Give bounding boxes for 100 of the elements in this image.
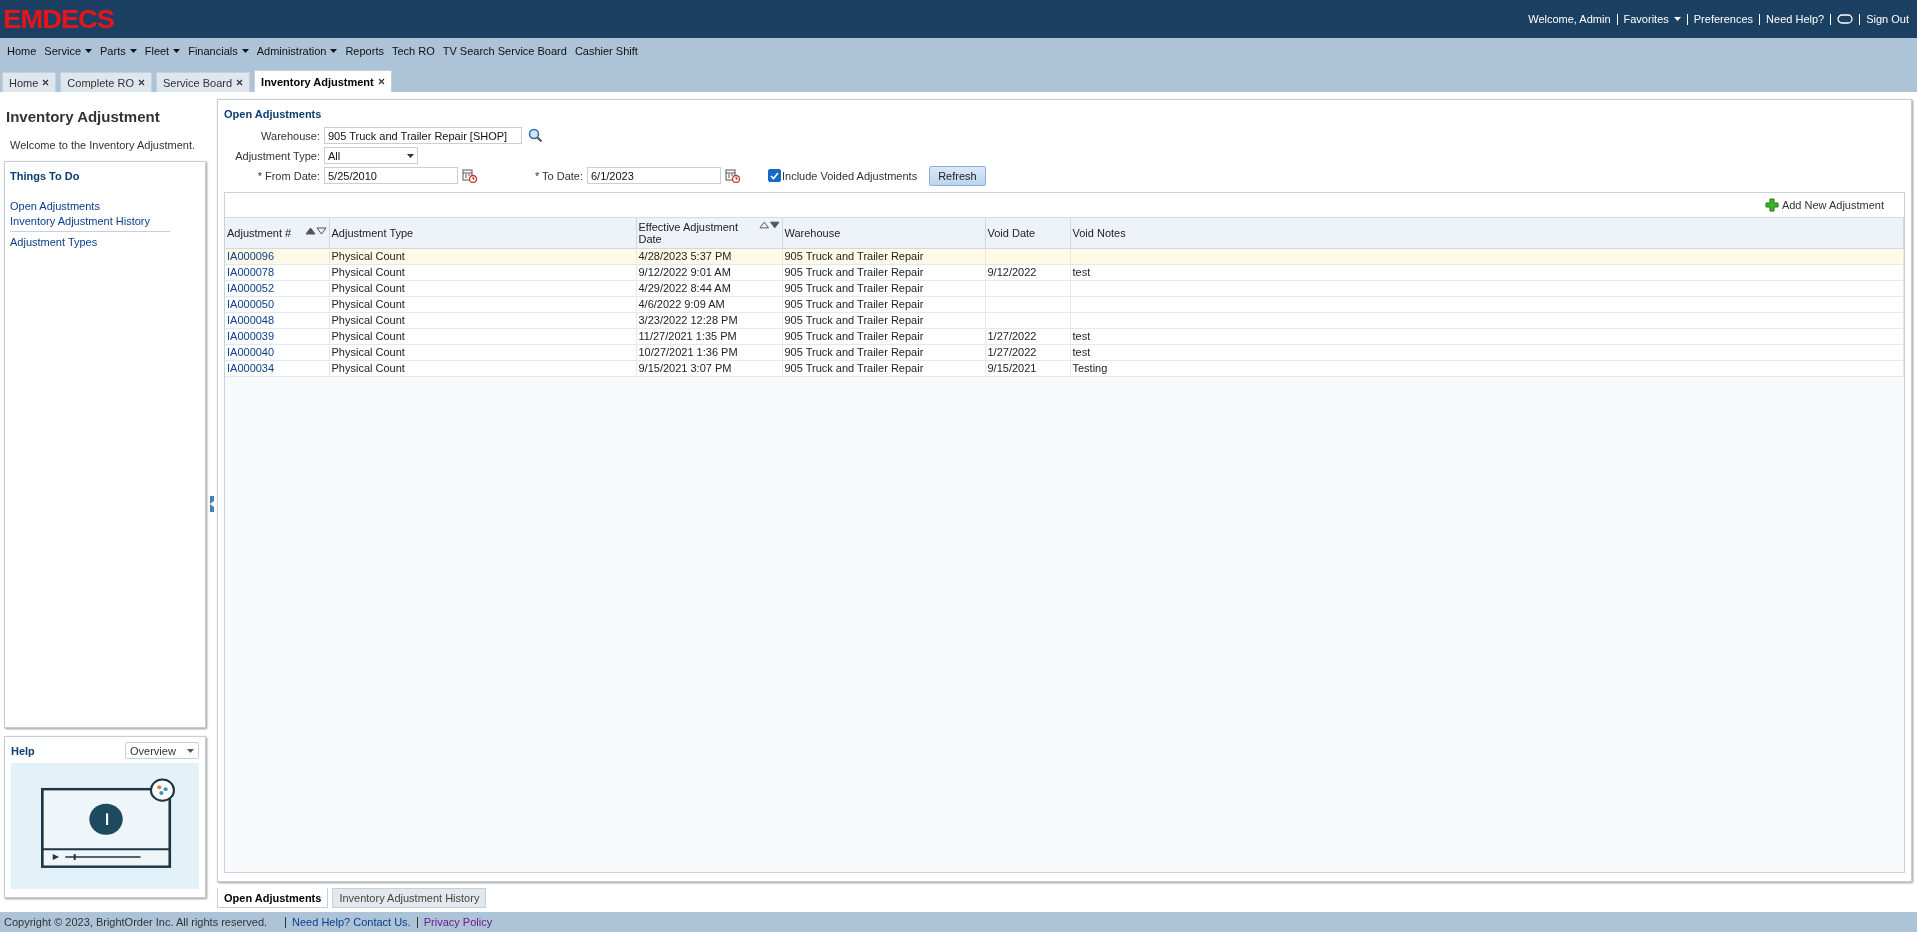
favorites-menu[interactable]: Favorites bbox=[1623, 13, 1681, 25]
include-voided-checkbox[interactable] bbox=[768, 169, 781, 182]
welcome-text: Welcome, Admin bbox=[1528, 13, 1611, 25]
adjustment-link[interactable]: IA000048 bbox=[227, 314, 275, 326]
footer-link[interactable]: Privacy Policy bbox=[423, 916, 493, 928]
sidebar-link[interactable]: Adjustment Types bbox=[10, 235, 98, 250]
calendar-icon[interactable] bbox=[462, 168, 477, 183]
table-cell: 9/12/2022 bbox=[985, 264, 1070, 280]
panel-title: Help bbox=[11, 744, 35, 757]
table-cell: 10/27/2021 1:36 PM bbox=[636, 344, 782, 360]
table-cell: Testing bbox=[1070, 360, 1904, 376]
field-label: Warehouse: bbox=[260, 129, 321, 142]
calendar-icon[interactable] bbox=[725, 168, 740, 183]
chat-icon[interactable] bbox=[1837, 13, 1854, 25]
field-label: * To Date: bbox=[533, 169, 584, 182]
table-cell: test bbox=[1070, 264, 1904, 280]
adjustment-link[interactable]: IA000050 bbox=[227, 298, 275, 310]
menu-item[interactable]: Service bbox=[44, 45, 93, 57]
footer-link[interactable]: Need Help? Contact Us. bbox=[292, 916, 411, 928]
collapse-handle[interactable] bbox=[210, 496, 214, 512]
column-header[interactable]: Adjustment Type bbox=[329, 218, 636, 248]
table-cell: Physical Count bbox=[329, 344, 636, 360]
help-select[interactable]: Overview bbox=[125, 742, 199, 759]
adjustment-link[interactable]: IA000040 bbox=[227, 346, 275, 358]
menu-item[interactable]: Fleet bbox=[144, 45, 181, 57]
tab[interactable]: Inventory Adjustment bbox=[254, 70, 392, 92]
caret-icon bbox=[407, 153, 414, 158]
table-cell: 905 Truck and Trailer Repair bbox=[782, 328, 985, 344]
sort-icon[interactable] bbox=[304, 226, 327, 235]
close-icon[interactable] bbox=[138, 79, 145, 86]
table-cell: 9/15/2021 3:07 PM bbox=[636, 360, 782, 376]
caret-icon bbox=[1673, 17, 1681, 21]
menu-item[interactable]: Parts bbox=[100, 45, 137, 57]
column-header[interactable]: Void Notes bbox=[1070, 218, 1904, 248]
adjustment-link[interactable]: IA000034 bbox=[227, 362, 275, 374]
table-cell: Physical Count bbox=[329, 328, 636, 344]
table-cell: Physical Count bbox=[329, 248, 636, 264]
close-icon[interactable] bbox=[377, 78, 385, 85]
table-cell: 905 Truck and Trailer Repair bbox=[782, 296, 985, 312]
table-cell: 905 Truck and Trailer Repair bbox=[782, 360, 985, 376]
panel-title: Things To Do bbox=[10, 170, 81, 182]
table-cell: 905 Truck and Trailer Repair bbox=[782, 280, 985, 296]
table-cell: 4/6/2022 9:09 AM bbox=[636, 296, 782, 312]
table-cell: Physical Count bbox=[329, 296, 636, 312]
table-cell: 1/27/2022 bbox=[985, 344, 1070, 360]
tab[interactable]: Home bbox=[2, 72, 57, 92]
warehouse-field[interactable]: 905 Truck and Trailer Repair [SHOP] bbox=[324, 127, 522, 144]
close-icon[interactable] bbox=[42, 79, 50, 86]
table-cell: 3/23/2022 12:28 PM bbox=[636, 312, 782, 328]
column-header[interactable]: Adjustment # bbox=[225, 218, 329, 248]
sidebar-link[interactable]: Open Adjustments bbox=[10, 199, 100, 214]
logo: EMDECS bbox=[3, 6, 114, 32]
sidebar-link[interactable]: Inventory Adjustment History bbox=[10, 214, 150, 229]
menu-item[interactable]: Reports bbox=[345, 45, 384, 57]
to-date-field[interactable]: 6/1/2023 bbox=[587, 167, 721, 184]
page-title: Inventory Adjustment bbox=[5, 107, 161, 127]
tab[interactable]: Inventory Adjustment History bbox=[332, 888, 487, 908]
caret-icon bbox=[187, 748, 194, 753]
sort-icon[interactable] bbox=[758, 220, 780, 229]
refresh-button[interactable]: Refresh bbox=[929, 165, 986, 186]
add-adjustment-button[interactable]: Add New Adjustment bbox=[1764, 198, 1884, 212]
welcome-message: Welcome to the Inventory Adjustment. bbox=[9, 138, 197, 153]
table-cell: 905 Truck and Trailer Repair bbox=[782, 312, 985, 328]
menu-item[interactable]: Cashier Shift bbox=[574, 45, 638, 57]
header-link[interactable]: Need Help? bbox=[1766, 13, 1825, 25]
table-cell: 4/28/2023 5:37 PM bbox=[636, 248, 782, 264]
adjustment-type-select[interactable]: All bbox=[324, 147, 418, 164]
section-title: Open Adjustments bbox=[224, 108, 323, 120]
adjustment-link[interactable]: IA000039 bbox=[227, 330, 275, 342]
from-date-field[interactable]: 5/25/2010 bbox=[324, 167, 458, 184]
menu-item[interactable]: Tech RO bbox=[391, 45, 435, 57]
search-icon[interactable] bbox=[528, 128, 543, 143]
table-cell: 4/29/2022 8:44 AM bbox=[636, 280, 782, 296]
table-cell: Physical Count bbox=[329, 264, 636, 280]
header-link[interactable]: Preferences bbox=[1693, 13, 1754, 25]
adjustment-link[interactable]: IA000078 bbox=[227, 266, 275, 278]
close-icon[interactable] bbox=[236, 79, 244, 86]
copyright-text: Copyright © 2023, BrightOrder Inc. All rights reserved. bbox=[4, 916, 268, 928]
table-cell: 1/27/2022 bbox=[985, 328, 1070, 344]
header-link[interactable]: Sign Out bbox=[1866, 13, 1909, 25]
table-cell: Physical Count bbox=[329, 280, 636, 296]
plus-icon bbox=[1764, 198, 1779, 212]
field-label: * From Date: bbox=[256, 169, 321, 182]
tab[interactable]: Complete RO bbox=[60, 72, 152, 92]
menu-item[interactable]: TV Search Service Board bbox=[442, 45, 567, 57]
adjustment-link[interactable]: IA000096 bbox=[227, 250, 275, 262]
column-header[interactable]: Void Date bbox=[985, 218, 1070, 248]
field-label: Adjustment Type: bbox=[234, 149, 321, 162]
menu-item[interactable]: Administration bbox=[256, 45, 338, 57]
table-cell: 905 Truck and Trailer Repair bbox=[782, 264, 985, 280]
menu-item[interactable]: Financials bbox=[188, 45, 249, 57]
tab[interactable]: Service Board bbox=[156, 72, 251, 92]
column-header[interactable]: Warehouse bbox=[782, 218, 985, 248]
tab[interactable]: Open Adjustments bbox=[217, 888, 329, 908]
adjustment-link[interactable]: IA000052 bbox=[227, 282, 275, 294]
table-cell: test bbox=[1070, 344, 1904, 360]
table-cell: test bbox=[1070, 328, 1904, 344]
table-cell: Physical Count bbox=[329, 312, 636, 328]
column-header[interactable]: Effective Adjustment Date bbox=[636, 218, 782, 248]
menu-item[interactable]: Home bbox=[7, 45, 37, 57]
